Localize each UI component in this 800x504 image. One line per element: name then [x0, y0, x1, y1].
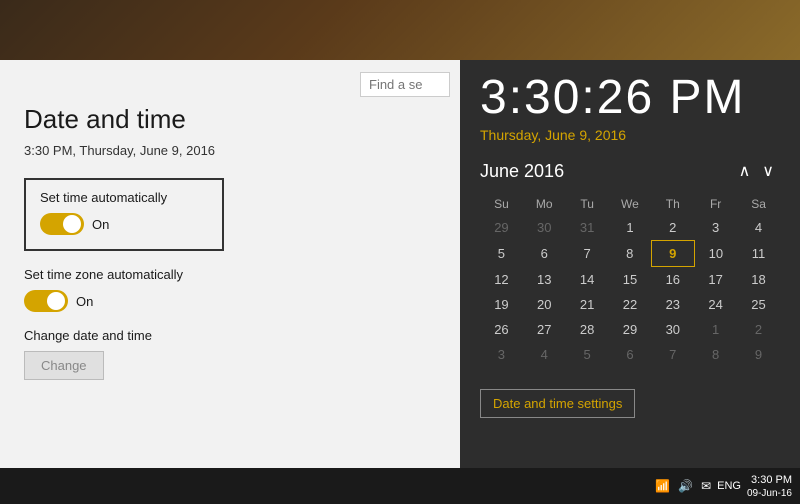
calendar-dow-mo: Mo: [523, 193, 566, 215]
set-timezone-auto-label: Set time zone automatically: [24, 267, 436, 282]
calendar-day[interactable]: 8: [694, 342, 737, 367]
calendar-week-5: 3456789: [480, 342, 780, 367]
top-image-bar: [0, 0, 800, 60]
message-icon: ✉: [701, 479, 711, 493]
set-time-auto-value: On: [92, 217, 109, 232]
calendar-day[interactable]: 5: [480, 241, 523, 267]
calendar-day[interactable]: 15: [609, 267, 652, 293]
calendar-day[interactable]: 24: [694, 292, 737, 317]
calendar-day[interactable]: 1: [609, 215, 652, 241]
set-time-auto-toggle[interactable]: [40, 213, 84, 235]
calendar-day[interactable]: 27: [523, 317, 566, 342]
calendar-day[interactable]: 30: [523, 215, 566, 241]
change-button[interactable]: Change: [24, 351, 104, 380]
calendar-day[interactable]: 3: [694, 215, 737, 241]
set-timezone-auto-toggle-row: On: [24, 290, 436, 312]
calendar-day[interactable]: 6: [523, 241, 566, 267]
calendar-day[interactable]: 16: [651, 267, 694, 293]
calendar-day[interactable]: 13: [523, 267, 566, 293]
calendar-day[interactable]: 29: [480, 215, 523, 241]
taskbar: 📶 🔊 ✉ ENG 3:30 PM 09-Jun-16: [0, 468, 800, 504]
taskbar-language: ENG: [717, 480, 741, 492]
set-time-auto-block: Set time automatically On: [24, 178, 224, 251]
calendar-week-4: 262728293012: [480, 317, 780, 342]
calendar: June 2016 ∧ ∨ SuMoTuWeThFrSa 29303112345…: [480, 159, 780, 458]
calendar-day[interactable]: 25: [737, 292, 780, 317]
set-timezone-auto-toggle[interactable]: [24, 290, 68, 312]
calendar-day[interactable]: 7: [566, 241, 609, 267]
calendar-day[interactable]: 18: [737, 267, 780, 293]
calendar-day[interactable]: 20: [523, 292, 566, 317]
calendar-day[interactable]: 5: [566, 342, 609, 367]
calendar-day[interactable]: 31: [566, 215, 609, 241]
calendar-day[interactable]: 2: [737, 317, 780, 342]
calendar-day[interactable]: 11: [737, 241, 780, 267]
set-time-auto-toggle-row: On: [40, 213, 208, 235]
set-time-auto-label: Set time automatically: [40, 190, 208, 205]
calendar-day[interactable]: 9: [651, 241, 694, 267]
taskbar-clock[interactable]: 3:30 PM 09-Jun-16: [747, 473, 792, 498]
calendar-day[interactable]: 19: [480, 292, 523, 317]
calendar-day[interactable]: 8: [609, 241, 652, 267]
volume-icon: 🔊: [678, 479, 693, 493]
calendar-day[interactable]: 21: [566, 292, 609, 317]
search-input[interactable]: [360, 72, 450, 97]
calendar-day[interactable]: 23: [651, 292, 694, 317]
clock-date: Thursday, June 9, 2016: [480, 127, 780, 143]
page-title: Date and time: [24, 104, 436, 135]
calendar-day[interactable]: 9: [737, 342, 780, 367]
taskbar-time: 3:30 PM: [751, 473, 792, 487]
calendar-dow-fr: Fr: [694, 193, 737, 215]
calendar-week-2: 12131415161718: [480, 267, 780, 293]
date-time-settings-button[interactable]: Date and time settings: [480, 389, 635, 418]
calendar-day[interactable]: 4: [523, 342, 566, 367]
calendar-day[interactable]: 10: [694, 241, 737, 267]
calendar-month-year: June 2016: [480, 161, 733, 182]
calendar-day[interactable]: 28: [566, 317, 609, 342]
calendar-header: June 2016 ∧ ∨: [480, 159, 780, 183]
calendar-day[interactable]: 2: [651, 215, 694, 241]
calendar-day[interactable]: 12: [480, 267, 523, 293]
calendar-body: 2930311234567891011121314151617181920212…: [480, 215, 780, 367]
set-timezone-auto-block: Set time zone automatically On: [24, 267, 436, 312]
calendar-dow-su: Su: [480, 193, 523, 215]
calendar-day[interactable]: 17: [694, 267, 737, 293]
calendar-day[interactable]: 6: [609, 342, 652, 367]
network-icon: 📶: [655, 479, 670, 493]
change-datetime-label: Change date and time: [24, 328, 436, 343]
calendar-dow-we: We: [609, 193, 652, 215]
search-bar: [360, 72, 450, 97]
current-datetime-text: 3:30 PM, Thursday, June 9, 2016: [24, 143, 436, 158]
calendar-day[interactable]: 3: [480, 342, 523, 367]
calendar-week-0: 2930311234: [480, 215, 780, 241]
settings-panel: Date and time 3:30 PM, Thursday, June 9,…: [0, 60, 460, 468]
calendar-day[interactable]: 26: [480, 317, 523, 342]
clock-time: 3:30:26 PM: [480, 70, 780, 125]
calendar-week-3: 19202122232425: [480, 292, 780, 317]
calendar-dow-tu: Tu: [566, 193, 609, 215]
calendar-next-btn[interactable]: ∨: [756, 159, 780, 183]
clock-calendar-panel: 3:30:26 PM Thursday, June 9, 2016 June 2…: [460, 60, 800, 468]
calendar-day[interactable]: 29: [609, 317, 652, 342]
calendar-day[interactable]: 7: [651, 342, 694, 367]
taskbar-date: 09-Jun-16: [747, 488, 792, 499]
main-area: Date and time 3:30 PM, Thursday, June 9,…: [0, 60, 800, 468]
taskbar-system-icons: 📶 🔊 ✉: [655, 479, 711, 493]
calendar-grid: SuMoTuWeThFrSa 2930311234567891011121314…: [480, 193, 780, 367]
calendar-week-1: 567891011: [480, 241, 780, 267]
calendar-dow-th: Th: [651, 193, 694, 215]
calendar-prev-btn[interactable]: ∧: [733, 159, 757, 183]
calendar-day[interactable]: 4: [737, 215, 780, 241]
calendar-days-of-week: SuMoTuWeThFrSa: [480, 193, 780, 215]
calendar-day[interactable]: 30: [651, 317, 694, 342]
calendar-day[interactable]: 1: [694, 317, 737, 342]
calendar-dow-sa: Sa: [737, 193, 780, 215]
change-datetime-block: Change date and time Change: [24, 328, 436, 380]
calendar-day[interactable]: 22: [609, 292, 652, 317]
set-timezone-auto-value: On: [76, 294, 93, 309]
calendar-day[interactable]: 14: [566, 267, 609, 293]
